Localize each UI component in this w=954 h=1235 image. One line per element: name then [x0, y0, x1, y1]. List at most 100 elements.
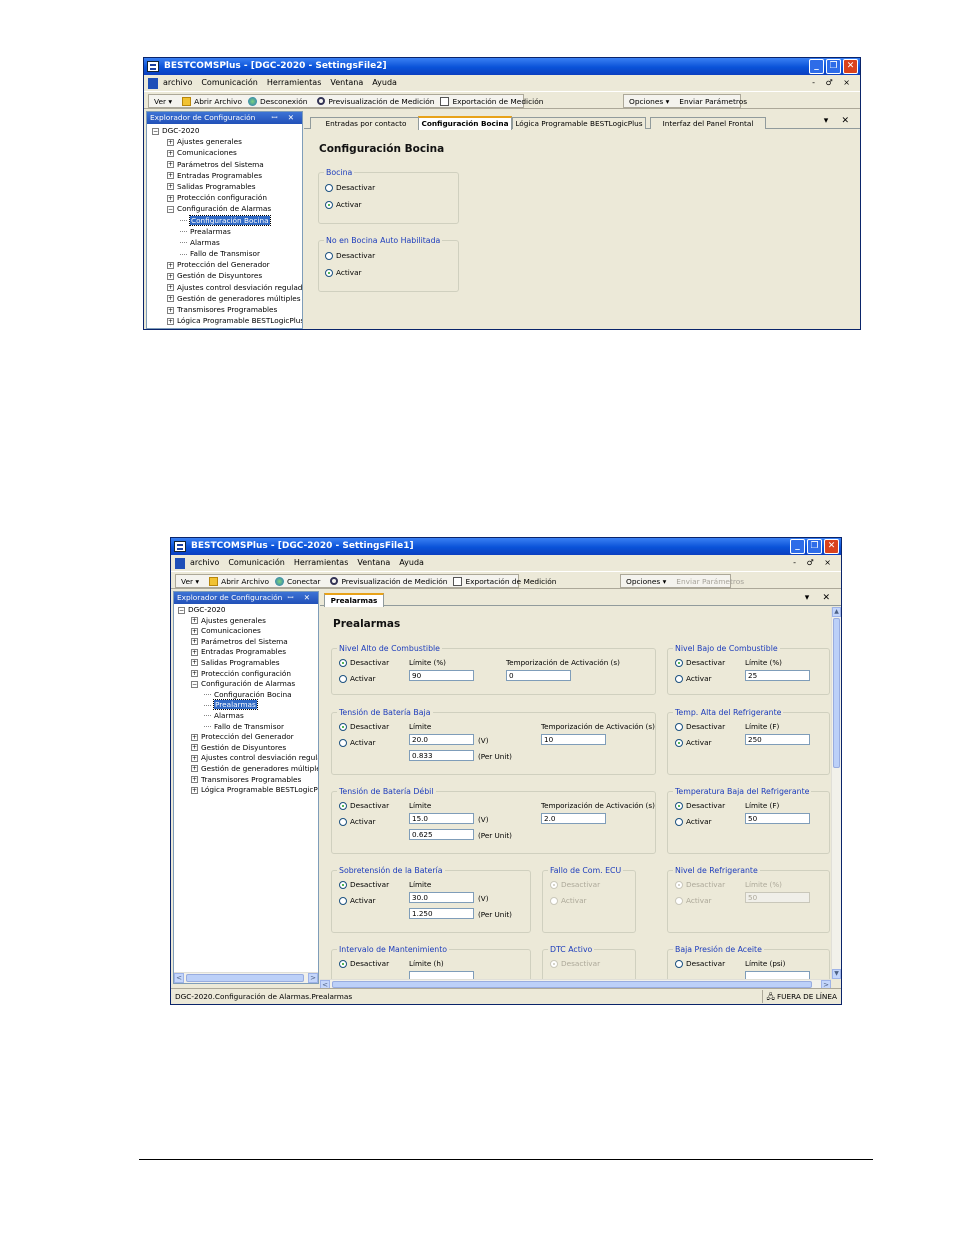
nivel-alto-temporizacion-input[interactable]: 0: [506, 670, 571, 681]
tree-node-logica[interactable]: + Lógica Programable BESTLogicPlus: [147, 315, 302, 326]
tree-node-alarmas[interactable]: Alarmas: [147, 237, 302, 248]
bat-baja-limite-pu-input[interactable]: 0.833: [409, 750, 474, 761]
nivel-bajo-limite-input[interactable]: 25: [745, 670, 810, 681]
tree-node-alarmas-conf[interactable]: − Configuración de Alarmas: [174, 679, 318, 690]
nivel-bajo-activar-radio[interactable]: Activar: [675, 674, 712, 684]
tab-interfaz-panel[interactable]: Interfaz del Panel Frontal: [650, 117, 766, 129]
explorer-hscroll-thumb[interactable]: [186, 974, 304, 982]
tree-node-fallo[interactable]: Fallo de Transmisor: [174, 722, 318, 733]
tree-node-multiples[interactable]: + Gestión de generadores múltiples: [147, 293, 302, 304]
ver-button[interactable]: Ver ▾: [151, 95, 175, 107]
window-1-title-bar[interactable]: BESTCOMSPlus - [DGC-2020 - SettingsFile2…: [144, 58, 860, 75]
bat-debil-desactivar-radio[interactable]: Desactivar: [339, 801, 389, 811]
preview-button[interactable]: Previsualización de Medición: [314, 95, 437, 107]
restore-button[interactable]: ❐: [826, 59, 841, 74]
bat-baja-activar-radio[interactable]: Activar: [339, 738, 376, 748]
tree-node-prealarmas[interactable]: Prealarmas: [147, 226, 302, 237]
menu-ayuda[interactable]: Ayuda: [372, 75, 397, 91]
enviar-parametros-button[interactable]: Enviar Parámetros: [673, 575, 747, 587]
no-bocina-activar-radio[interactable]: Activar: [325, 268, 362, 278]
close-button[interactable]: ✕: [824, 539, 839, 554]
fallo-ecu-desactivar-radio[interactable]: Desactivar: [550, 880, 600, 890]
nivel-alto-activar-radio[interactable]: Activar: [339, 674, 376, 684]
tree-node-multiples[interactable]: + Gestión de generadores múltiples: [174, 764, 318, 775]
tab-prealarmas[interactable]: Prealarmas: [324, 593, 384, 607]
tree-node-desviacion[interactable]: +Ajustes control desviación regulador: [147, 282, 302, 293]
restore-button[interactable]: ❐: [807, 539, 822, 554]
tree-node-ajustes[interactable]: + Ajustes generales: [174, 616, 318, 627]
opciones-button[interactable]: Opciones ▾: [623, 575, 669, 587]
bat-debil-limite-v-input[interactable]: 15.0: [409, 813, 474, 824]
temp-baja-limite-input[interactable]: 50: [745, 813, 810, 824]
sobretension-limite-pu-input[interactable]: 1.250: [409, 908, 474, 919]
tree-node-entradas[interactable]: + Entradas Programables: [174, 647, 318, 658]
temp-alta-activar-radio[interactable]: Activar: [675, 738, 712, 748]
tab-logica-programable[interactable]: Lógica Programable BESTLogicPlus: [512, 117, 646, 129]
tree-node-logica[interactable]: + Lógica Programable BESTLogicPlus: [174, 785, 318, 796]
content-vscroll[interactable]: ▲ ▼: [831, 607, 841, 979]
bocina-activar-radio[interactable]: Activar: [325, 200, 362, 210]
sobretension-limite-v-input[interactable]: 30.0: [409, 892, 474, 903]
nivel-alto-limite-input[interactable]: 90: [409, 670, 474, 681]
scroll-right-arrow[interactable]: >: [308, 973, 318, 983]
tree-node-comunicaciones[interactable]: + Comunicaciones: [147, 147, 302, 158]
bat-baja-desactivar-radio[interactable]: Desactivar: [339, 722, 389, 732]
bocina-desactivar-radio[interactable]: Desactivar: [325, 183, 375, 193]
export-button[interactable]: Exportación de Medición: [450, 575, 559, 587]
mantenimiento-desactivar-radio[interactable]: Desactivar: [339, 959, 389, 969]
tree-node-alarmas-conf[interactable]: − Configuración de Alarmas: [147, 203, 302, 214]
tree-node-disyuntores[interactable]: + Gestión de Disyuntores: [147, 270, 302, 281]
explorer-pin-close[interactable]: ꟷ ✕: [271, 112, 298, 124]
tree-node-root[interactable]: − DGC-2020: [147, 125, 302, 136]
dtc-desactivar-radio[interactable]: Desactivar: [550, 959, 600, 969]
bat-debil-temporizacion-input[interactable]: 2.0: [541, 813, 606, 824]
tree-node-proteccion-conf[interactable]: + Protección configuración: [147, 192, 302, 203]
sobretension-activar-radio[interactable]: Activar: [339, 896, 376, 906]
content-vscroll-thumb[interactable]: [833, 618, 840, 768]
tree-node-proteccion-conf[interactable]: + Protección configuración: [174, 669, 318, 680]
tree-node-alarmas[interactable]: Alarmas: [174, 711, 318, 722]
tree-node-root[interactable]: − DGC-2020: [174, 605, 318, 616]
nivel-refrig-activar-radio[interactable]: Activar: [675, 896, 712, 906]
export-button[interactable]: Exportación de Medición: [437, 95, 546, 107]
bat-baja-temporizacion-input[interactable]: 10: [541, 734, 606, 745]
nivel-refrig-desactivar-radio[interactable]: Desactivar: [675, 880, 725, 890]
tree-node-parametros[interactable]: + Parámetros del Sistema: [147, 159, 302, 170]
tab-entradas-contacto[interactable]: Entradas por contacto: [310, 117, 422, 129]
tree-node-transmisores[interactable]: + Transmisores Programables: [147, 304, 302, 315]
explorer-hscroll[interactable]: < >: [174, 972, 318, 983]
tree-node-salidas[interactable]: + Salidas Programables: [147, 181, 302, 192]
scroll-up-arrow[interactable]: ▲: [832, 607, 841, 617]
scroll-down-arrow[interactable]: ▼: [832, 969, 841, 979]
menu-archivo[interactable]: archivo: [163, 75, 192, 91]
menu-archivo[interactable]: archivo: [190, 555, 219, 571]
menu-ventana[interactable]: Ventana: [330, 75, 363, 91]
tree-node-transmisores[interactable]: + Transmisores Programables: [174, 775, 318, 786]
desconexion-button[interactable]: Desconexión: [245, 95, 310, 107]
tree-node-parametros[interactable]: + Parámetros del Sistema: [174, 637, 318, 648]
content-hscroll-thumb[interactable]: [332, 981, 812, 988]
tab-configuracion-bocina[interactable]: Configuración Bocina: [418, 116, 512, 130]
tree-node-salidas[interactable]: + Salidas Programables: [174, 658, 318, 669]
menu-comunicacion[interactable]: Comunicación: [228, 555, 285, 571]
minimize-button[interactable]: _: [790, 539, 805, 554]
temp-baja-activar-radio[interactable]: Activar: [675, 817, 712, 827]
tree-node-desviacion[interactable]: +Ajustes control desviación regulador: [174, 753, 318, 764]
bat-debil-limite-pu-input[interactable]: 0.625: [409, 829, 474, 840]
scroll-left-arrow[interactable]: <: [174, 973, 184, 983]
temp-alta-limite-input[interactable]: 250: [745, 734, 810, 745]
abrir-archivo-button[interactable]: Abrir Archivo: [179, 95, 245, 107]
tree-node-bocina[interactable]: Configuración Bocina: [147, 214, 302, 226]
fallo-ecu-activar-radio[interactable]: Activar: [550, 896, 587, 906]
bat-baja-limite-v-input[interactable]: 20.0: [409, 734, 474, 745]
minimize-button[interactable]: _: [809, 59, 824, 74]
tree-node-comunicaciones[interactable]: + Comunicaciones: [174, 626, 318, 637]
abrir-archivo-button[interactable]: Abrir Archivo: [206, 575, 272, 587]
tree-node-disyuntores[interactable]: + Gestión de Disyuntores: [174, 743, 318, 754]
nivel-bajo-desactivar-radio[interactable]: Desactivar: [675, 658, 725, 668]
preview-button[interactable]: Previsualización de Medición: [327, 575, 450, 587]
mdi-controls[interactable]: - ♂ ×: [812, 75, 854, 91]
tree-node-entradas[interactable]: + Entradas Programables: [147, 170, 302, 181]
nivel-refrig-limite-input[interactable]: 50: [745, 892, 810, 903]
enviar-parametros-button[interactable]: Enviar Parámetros: [676, 95, 750, 107]
